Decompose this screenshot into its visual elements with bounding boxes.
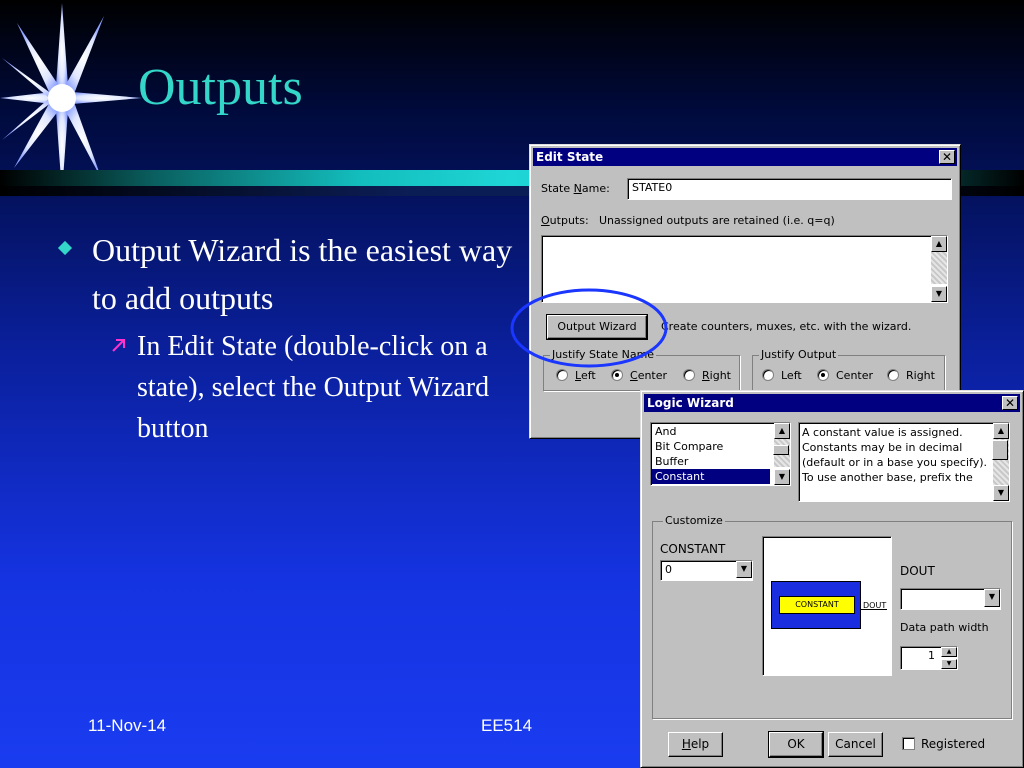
stepper-down-icon[interactable]: ▼: [941, 659, 957, 669]
customize-group: Customize CONSTANT 0 ▼ CONSTANT DOUT DOU…: [652, 514, 1012, 719]
footer-course: EE514: [481, 716, 533, 735]
chevron-down-icon[interactable]: ▼: [736, 561, 752, 578]
scrollbar-thumb[interactable]: [992, 440, 1008, 460]
logic-wizard-titlebar[interactable]: Logic Wizard ✕: [644, 394, 1020, 412]
cancel-button[interactable]: Cancel: [828, 732, 883, 757]
chevron-down-icon[interactable]: ▼: [984, 589, 1000, 607]
outputs-label: Outputs:: [541, 214, 589, 227]
footer-date: 11-Nov-14: [88, 716, 167, 735]
list-item-selected[interactable]: Constant: [652, 469, 770, 484]
customize-label: Customize: [663, 514, 725, 527]
ok-button[interactable]: OK: [768, 731, 824, 758]
radio-right[interactable]: [683, 369, 695, 381]
scrollbar-track[interactable]: [931, 252, 947, 284]
data-path-width-label: Data path width: [900, 621, 989, 634]
output-radio-right[interactable]: [887, 369, 899, 381]
bullet-1-text: Output Wizard is the easiest way to add …: [92, 232, 513, 316]
list-item[interactable]: Bit Compare: [652, 439, 770, 454]
radio-center-label[interactable]: Center: [630, 369, 667, 382]
data-path-width-stepper[interactable]: 1 ▲ ▼: [900, 646, 958, 670]
outputs-note: Unassigned outputs are retained (i.e. q=…: [599, 214, 835, 227]
list-item[interactable]: Buffer: [652, 454, 770, 469]
logic-wizard-dialog: Logic Wizard ✕ And Bit Compare Buffer Co…: [640, 390, 1024, 768]
output-radio-center[interactable]: [817, 369, 829, 381]
preview-pane: CONSTANT DOUT: [762, 536, 892, 676]
arrow-bullet-icon: [112, 339, 125, 352]
radio-right-label[interactable]: Right: [702, 369, 731, 382]
scroll-down-icon[interactable]: ▼: [774, 469, 790, 485]
justify-output-label: Justify Output: [759, 348, 839, 361]
edit-state-title: Edit State: [536, 150, 604, 164]
scroll-up-icon[interactable]: ▲: [931, 236, 947, 252]
close-icon[interactable]: ✕: [1002, 396, 1018, 410]
edit-state-titlebar[interactable]: Edit State ✕: [533, 148, 957, 166]
scroll-up-icon[interactable]: ▲: [993, 423, 1009, 439]
description-box[interactable]: A constant value is assigned. Constants …: [798, 422, 1010, 502]
state-name-label: State Name:: [541, 182, 610, 195]
dout-label: DOUT: [900, 564, 935, 578]
scroll-up-icon[interactable]: ▲: [774, 423, 790, 439]
scroll-down-icon[interactable]: ▼: [993, 485, 1009, 501]
stepper-up-icon[interactable]: ▲: [941, 647, 957, 657]
radio-center[interactable]: [611, 369, 623, 381]
logic-wizard-title: Logic Wizard: [647, 396, 734, 410]
slide-title: Outputs: [138, 59, 303, 116]
state-name-field[interactable]: STATE0: [627, 178, 952, 200]
diamond-bullet-icon: [57, 240, 73, 256]
preview-block-label: CONSTANT: [779, 596, 855, 614]
bullet-2-text: In Edit State (double-click on a state),…: [137, 331, 490, 444]
radio-selected-dot: [615, 373, 619, 377]
constant-label: CONSTANT: [660, 542, 726, 556]
scroll-down-icon[interactable]: ▼: [931, 286, 947, 302]
function-list[interactable]: And Bit Compare Buffer Constant ▲ ▼: [650, 422, 791, 486]
preview-output-label: DOUT: [863, 601, 887, 610]
output-radio-center-label[interactable]: Center: [836, 369, 873, 382]
close-icon[interactable]: ✕: [939, 150, 955, 164]
radio-left-label[interactable]: Left: [575, 369, 596, 382]
data-path-width-value: 1: [928, 649, 935, 662]
description-text: A constant value is assigned. Constants …: [802, 426, 987, 484]
output-radio-left[interactable]: [762, 369, 774, 381]
list-item[interactable]: And: [652, 424, 770, 439]
constant-select[interactable]: 0 ▼: [660, 560, 753, 581]
dout-select[interactable]: ▼: [900, 588, 1001, 610]
constant-value: 0: [665, 563, 672, 576]
output-radio-left-label[interactable]: Left: [781, 369, 802, 382]
registered-checkbox[interactable]: [902, 737, 915, 750]
radio-selected-dot: [821, 373, 825, 377]
scrollbar-track[interactable]: [992, 439, 1009, 485]
help-button[interactable]: Help: [668, 732, 723, 757]
radio-left[interactable]: [556, 369, 568, 381]
justify-output-group: Justify Output Left Center Right: [752, 348, 945, 391]
registered-label[interactable]: Registered: [921, 737, 985, 751]
output-wizard-note: Create counters, muxes, etc. with the wi…: [661, 320, 912, 333]
output-radio-right-label[interactable]: Right: [906, 369, 935, 382]
scrollbar-track[interactable]: [773, 439, 790, 467]
preview-block: CONSTANT: [771, 581, 861, 629]
highlight-ellipse: [510, 288, 668, 368]
scrollbar-thumb[interactable]: [773, 445, 789, 455]
